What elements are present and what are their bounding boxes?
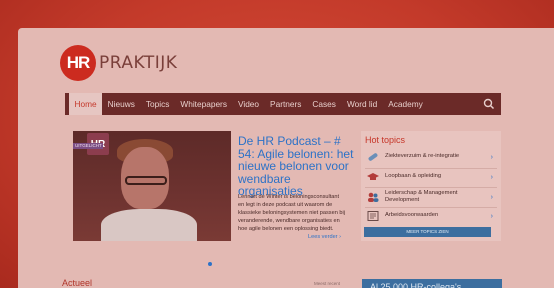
chevron-right-icon: › <box>490 212 493 220</box>
chevron-right-icon: › <box>490 153 493 161</box>
hot-topic-item[interactable]: Loopbaan & opleiding › <box>361 167 501 187</box>
logo-mark: HR <box>60 45 96 81</box>
nav-item-academy[interactable]: Academy <box>383 93 429 115</box>
nav-item-nieuws[interactable]: Nieuws <box>102 93 140 115</box>
hot-topic-label: Leiderschap & Management Development <box>385 189 458 204</box>
hot-topic-label: Ziekteverzuim & re-integratie <box>385 153 460 160</box>
nav-item-topics[interactable]: Topics <box>140 93 175 115</box>
nav-item-partners[interactable]: Partners <box>265 93 307 115</box>
section-title-actueel: Actueel <box>62 278 93 288</box>
graduation-cap-icon <box>367 173 379 180</box>
chevron-right-icon: › <box>490 173 493 181</box>
hot-topic-label: Loopbaan & opleiding <box>385 173 442 180</box>
read-more-link[interactable]: Lees verder › <box>308 234 341 240</box>
people-icon <box>368 192 379 202</box>
hero-image[interactable]: HR UITGELICHT <box>73 131 231 241</box>
person-shirt <box>101 209 197 241</box>
logo-text: PRAKTIJK <box>99 53 178 73</box>
glasses-shape <box>125 176 167 185</box>
hero-title[interactable]: De HR Podcast – # 54: Agile belonen: het… <box>238 135 356 198</box>
site-logo[interactable]: HR PRAKTIJK <box>60 45 177 81</box>
nav-item-home[interactable]: Home <box>69 93 103 115</box>
more-topics-button[interactable]: MEER TOPICS ZIEN <box>364 227 491 237</box>
main-nav: Home Nieuws Topics Whitepapers Video Par… <box>65 93 501 115</box>
sort-dropdown[interactable]: Meest recent <box>314 281 340 286</box>
hot-topic-item[interactable]: Ziekteverzuim & re-integratie › <box>361 147 501 167</box>
featured-badge: UITGELICHT <box>73 143 103 149</box>
nav-item-video[interactable]: Video <box>232 93 264 115</box>
member-promo-box[interactable]: Al 25.000 HR-collega's <box>362 279 502 288</box>
hot-topic-item[interactable]: Arbeidsvoorwaarden › <box>361 206 501 226</box>
nav-item-word-lid[interactable]: Word lid <box>341 93 382 115</box>
bandage-icon <box>368 153 378 161</box>
nav-item-cases[interactable]: Cases <box>307 93 342 115</box>
chevron-right-icon: › <box>490 193 493 201</box>
search-icon[interactable] <box>483 98 495 110</box>
hot-topic-item[interactable]: Leiderschap & Management Development › <box>361 187 501 207</box>
hot-topics-panel: Hot topics Ziekteverzuim & re-integratie… <box>361 131 501 241</box>
hot-topic-label: Arbeidsvoorwaarden <box>385 212 439 219</box>
document-icon <box>367 211 379 221</box>
nav-item-whitepapers[interactable]: Whitepapers <box>175 93 233 115</box>
hero-description: Lennart de Winter is beloningsconsultant… <box>238 194 345 232</box>
carousel-dot[interactable] <box>208 262 212 266</box>
hot-topics-title: Hot topics <box>365 135 406 145</box>
